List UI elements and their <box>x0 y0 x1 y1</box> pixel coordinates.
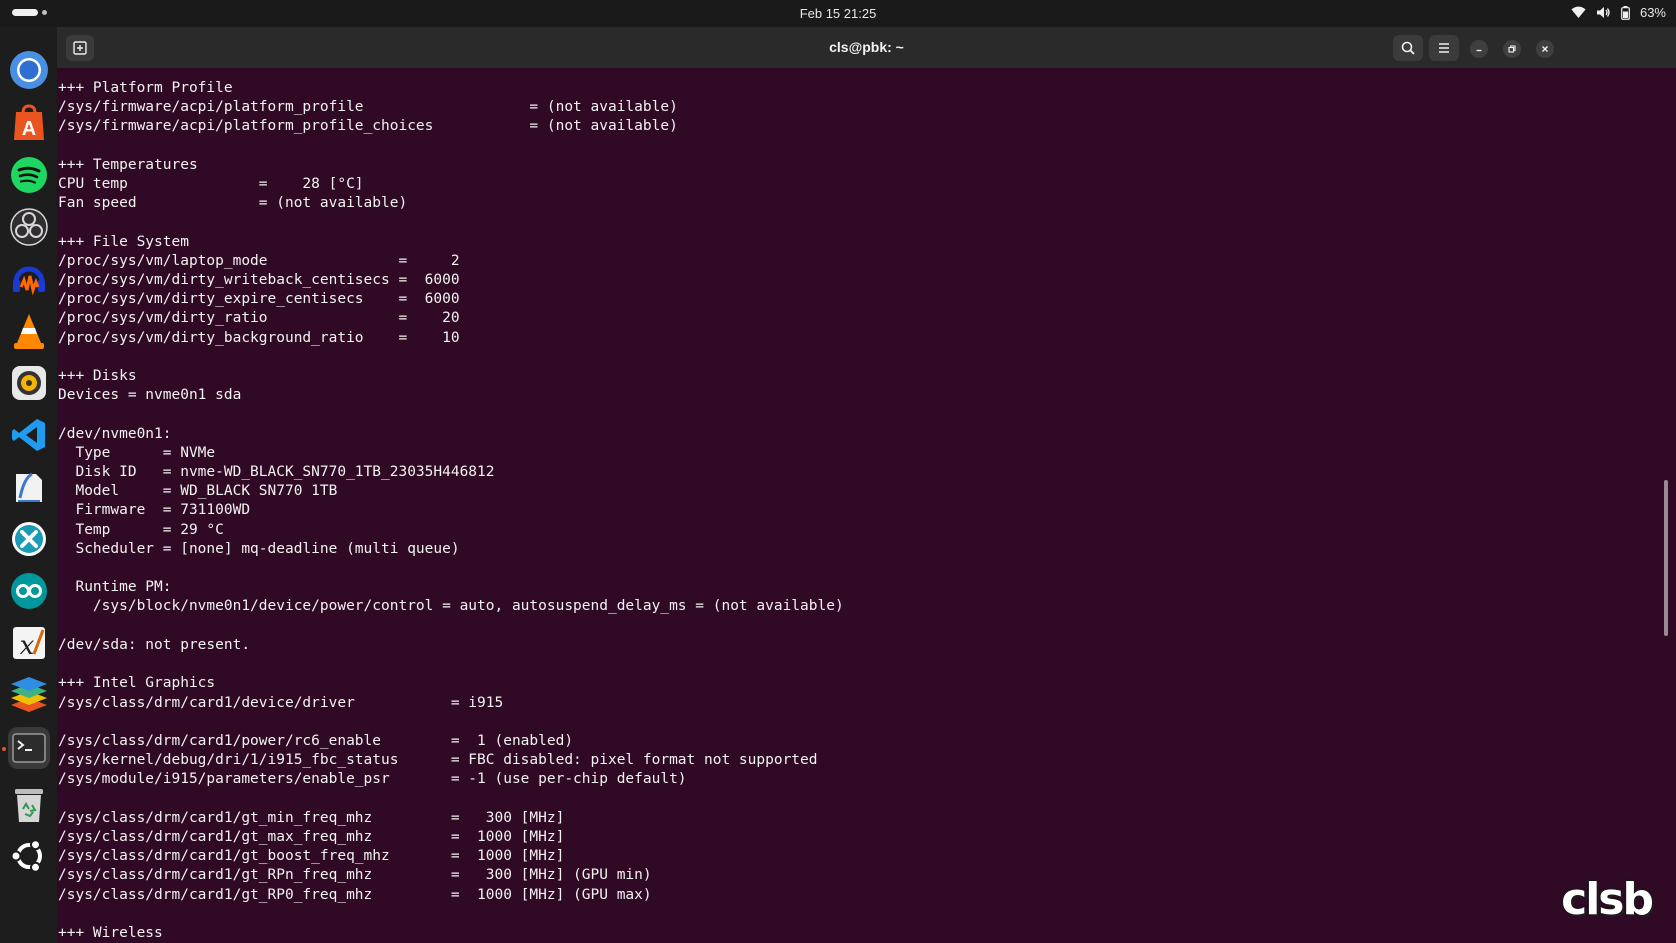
chromium-icon <box>10 51 48 89</box>
dock-item-show-apps[interactable] <box>8 835 50 877</box>
dock: A x <box>0 27 57 943</box>
xournal-icon: x <box>13 627 45 661</box>
layers-icon <box>11 677 47 712</box>
rhythmbox-icon <box>12 366 46 400</box>
terminal-line: Temp = 29 °C <box>58 521 224 538</box>
dock-item-terminal[interactable] <box>8 727 50 769</box>
app-center-icon: A <box>14 104 44 140</box>
arduino-icon <box>11 573 47 609</box>
dock-item-arduino[interactable] <box>8 570 50 612</box>
watermark-logo: clsb <box>1561 874 1654 925</box>
minimize-button[interactable] <box>1470 40 1488 58</box>
dock-item-trash[interactable] <box>8 784 50 826</box>
top-bar: Feb 15 21:25 63% <box>0 0 1676 27</box>
dock-item-app-center[interactable]: A <box>8 102 50 144</box>
terminal-line: /sys/class/drm/card1/gt_boost_freq_mhz =… <box>58 848 565 865</box>
terminal-line: /sys/kernel/debug/dri/1/i915_fbc_status … <box>58 752 818 769</box>
terminal-line: Fan speed = (not available) <box>58 195 408 212</box>
terminal-line: +++ Disks <box>58 368 137 385</box>
terminal-line: Disk ID = nvme-WD_BLACK_SN770_1TB_23035H… <box>58 464 495 481</box>
close-icon <box>1542 46 1548 52</box>
terminal-line: /sys/firmware/acpi/platform_profile = (n… <box>58 99 678 116</box>
close-button[interactable] <box>1536 40 1554 58</box>
terminal-line: Devices = nvme0n1 sda <box>58 387 242 404</box>
terminal-line: /sys/class/drm/card1/gt_RPn_freq_mhz = 3… <box>58 867 652 884</box>
terminal-scrollbar[interactable] <box>1664 480 1668 636</box>
restore-button[interactable] <box>1503 40 1521 58</box>
dock-item-chromium[interactable] <box>8 49 50 91</box>
battery-percent: 63% <box>1639 5 1666 20</box>
menu-button[interactable] <box>1429 35 1459 61</box>
terminal-line: Runtime PM: <box>58 579 172 596</box>
terminal-line: /sys/block/nvme0n1/device/power/control … <box>58 598 844 615</box>
dock-item-writer[interactable] <box>8 466 50 508</box>
system-tray[interactable]: 63% <box>1571 5 1666 20</box>
vlc-icon <box>14 314 44 349</box>
restore-icon <box>1508 45 1516 53</box>
terminal-line: /dev/sda: not present. <box>58 636 251 653</box>
terminal-line: /proc/sys/vm/dirty_background_ratio = 10 <box>58 329 460 346</box>
terminal-line: /sys/class/drm/card1/gt_max_freq_mhz = 1… <box>58 828 565 845</box>
terminal-line: CPU temp = 28 [°C] <box>58 176 364 193</box>
dock-item-audacity[interactable] <box>8 258 50 300</box>
terminal-line: /sys/class/drm/card1/device/driver = i91… <box>58 694 504 711</box>
clock[interactable]: Feb 15 21:25 <box>0 6 1676 21</box>
terminal-line: /proc/sys/vm/dirty_writeback_centisecs =… <box>58 272 460 289</box>
terminal-line: /sys/class/drm/card1/gt_RP0_freq_mhz = 1… <box>58 886 652 903</box>
battery-icon <box>1621 5 1630 20</box>
dock-item-spotify[interactable] <box>8 154 50 196</box>
terminal-line: /dev/nvme0n1: <box>58 425 172 442</box>
trash-icon <box>15 789 43 822</box>
terminal-line: /proc/sys/vm/laptop_mode = 2 <box>58 252 460 269</box>
terminal-line: Firmware = 731100WD <box>58 502 251 519</box>
terminal-line: /proc/sys/vm/dirty_ratio = 20 <box>58 310 460 327</box>
terminal-icon <box>12 733 46 763</box>
terminal-line: +++ Wireless <box>58 924 163 941</box>
terminal-line: +++ File System <box>58 233 189 250</box>
dock-item-vscode[interactable] <box>8 414 50 456</box>
dock-item-layers[interactable] <box>8 674 50 716</box>
terminal-line: /sys/module/i915/parameters/enable_psr =… <box>58 771 687 788</box>
svg-text:A: A <box>22 118 36 140</box>
terminal-line: +++ Platform Profile <box>58 80 233 96</box>
volume-icon <box>1596 7 1610 18</box>
spotify-icon <box>11 157 47 193</box>
search-button[interactable] <box>1393 35 1423 61</box>
terminal-line: Model = WD_BLACK SN770 1TB <box>58 483 338 500</box>
svg-text:x: x <box>20 631 35 661</box>
dock-item-vlc[interactable] <box>8 310 50 352</box>
terminal-output[interactable]: +++ Platform Profile /sys/firmware/acpi/… <box>57 68 1647 943</box>
audacity-icon <box>13 266 45 296</box>
wifi-icon <box>1571 6 1586 19</box>
dock-item-rhythmbox[interactable] <box>8 362 50 404</box>
terminal-headerbar: cls@pbk: ~ <box>57 27 1676 68</box>
terminal-line: Type = NVMe <box>58 444 216 461</box>
dock-item-xournal[interactable]: x <box>8 622 50 664</box>
dock-item-obs-studio[interactable] <box>8 206 50 248</box>
active-app-indicator <box>2 747 6 751</box>
terminal-line: +++ Temperatures <box>58 156 198 173</box>
terminal-line: /sys/class/drm/card1/power/rc6_enable = … <box>58 732 574 749</box>
terminal-line: Scheduler = [none] mq-deadline (multi qu… <box>58 540 460 557</box>
terminal-line: /sys/class/drm/card1/gt_min_freq_mhz = 3… <box>58 809 565 826</box>
obs-studio-icon <box>10 208 48 246</box>
dock-item-xodo[interactable] <box>8 518 50 560</box>
terminal-line: /proc/sys/vm/dirty_expire_centisecs = 60… <box>58 291 460 308</box>
xodo-icon <box>12 522 46 556</box>
terminal-text: +++ Platform Profile /sys/firmware/acpi/… <box>58 79 844 943</box>
ubuntu-icon <box>10 839 42 873</box>
terminal-line: +++ Intel Graphics <box>58 675 216 692</box>
minimize-icon <box>1476 49 1482 52</box>
search-icon <box>1401 41 1415 55</box>
vscode-icon <box>12 419 45 451</box>
writer-icon <box>16 472 42 502</box>
hamburger-menu-icon <box>1439 43 1449 53</box>
terminal-line: /sys/firmware/acpi/platform_profile_choi… <box>58 118 678 135</box>
